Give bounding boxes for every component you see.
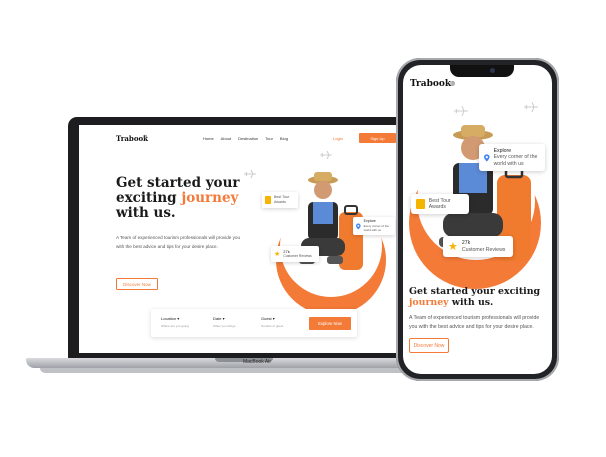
logo-icon: ◍ [143, 134, 148, 140]
location-label: Location [161, 316, 177, 321]
awards-card-label: Best Tour Awards [274, 195, 290, 204]
date-field[interactable]: Date ▾ When you will go [213, 316, 236, 328]
awards-card: Best Tour Awards [262, 192, 298, 208]
phone-heading-part1: Get started your exciting [409, 286, 541, 297]
plane-icon [524, 101, 538, 112]
reviews-card: ★ 27k Customer Reviews [271, 246, 319, 262]
date-sub: When you will go [213, 324, 236, 328]
phone-heading-accent: journey [409, 297, 449, 308]
phone-heading-part2: with us. [448, 297, 494, 308]
signup-button[interactable]: Sign Up [359, 133, 396, 143]
chevron-down-icon: ▾ [177, 316, 180, 321]
nav-link-tour[interactable]: Tour [265, 136, 273, 141]
explore-now-button[interactable]: Explore Now [309, 317, 351, 330]
nav-link-destination[interactable]: Destination [238, 136, 258, 141]
phone-reviews-text: 27k Customer Reviews [462, 240, 506, 253]
discover-button[interactable]: Discover Now [116, 278, 158, 290]
phone-explore-card: Explore Every corner of the world with u… [479, 144, 545, 171]
hero-heading-accent: journey [181, 190, 239, 206]
laptop-foot [40, 368, 448, 373]
phone-reviews-card: ★ 27k Customer Reviews [443, 236, 513, 257]
phone-explore-desc: Every corner of the world with us [493, 154, 538, 167]
guest-label: Guest [261, 316, 272, 321]
phone-awards-label: Best Tour Awards [428, 197, 451, 211]
guest-field[interactable]: Guest ▾ Number of guest [261, 316, 283, 328]
phone-hero-heading: Get started your exciting journey with u… [409, 286, 549, 308]
date-label: Date [213, 316, 222, 321]
chevron-down-icon: ▾ [222, 316, 225, 321]
phone-reviews-label: Customer Reviews [461, 246, 506, 253]
camera-icon [490, 68, 495, 73]
map-pin-icon [484, 153, 490, 162]
phone-discover-button[interactable]: Discover Now [409, 338, 449, 353]
nav-link-blog[interactable]: Blog [280, 136, 288, 141]
logo-icon: ◍ [450, 81, 456, 87]
plane-icon [454, 105, 468, 116]
plane-icon [320, 150, 332, 160]
login-link[interactable]: Login [333, 136, 343, 141]
phone-hero-paragraph: A Team of experienced tourism profession… [409, 315, 540, 330]
laptop-screen: Trabook ◍ Home About Destination Tour Bl… [79, 125, 400, 353]
phone-logo[interactable]: Trabook [410, 79, 451, 89]
phone-awards-card: Best Tour Awards [411, 194, 469, 214]
explore-card: Explore Every corner of the world with u… [353, 217, 395, 235]
map-pin-icon [356, 223, 361, 229]
explore-card-text: Explore Every corner of the world with u… [364, 219, 392, 233]
explore-card-desc: Every corner of the world with us [363, 223, 389, 233]
laptop-navbar: Trabook ◍ Home About Destination Tour Bl… [79, 125, 400, 145]
search-bar: Location ▾ Where are you going Date ▾ Wh… [151, 309, 357, 337]
nav-link-home[interactable]: Home [203, 136, 214, 141]
award-icon [416, 199, 425, 209]
star-icon: ★ [274, 251, 281, 258]
laptop-brand-label: MacBook Air [242, 359, 272, 365]
location-sub: Where are you going [161, 324, 189, 328]
nav-link-about[interactable]: About [221, 136, 231, 141]
phone-screen: Trabook ◍ Explore Every corner of the wo… [403, 65, 552, 374]
location-field[interactable]: Location ▾ Where are you going [161, 316, 189, 328]
hero-paragraph: A Team of experienced tourism profession… [116, 235, 241, 249]
award-icon [265, 196, 272, 204]
hero-heading-part2: with us. [116, 205, 176, 221]
reviews-label: Customer Reviews [283, 254, 312, 258]
reviews-text: 27k Customer Reviews [283, 249, 311, 259]
phone-explore-text: Explore Every corner of the world with u… [494, 148, 540, 168]
star-icon: ★ [448, 241, 458, 253]
chevron-down-icon: ▾ [272, 316, 275, 321]
nav-links: Home About Destination Tour Blog [203, 136, 288, 141]
hero-heading: Get started your exciting journey with u… [116, 176, 256, 221]
phone-notch [450, 65, 514, 77]
guest-sub: Number of guest [261, 324, 284, 328]
plane-icon [244, 169, 256, 179]
